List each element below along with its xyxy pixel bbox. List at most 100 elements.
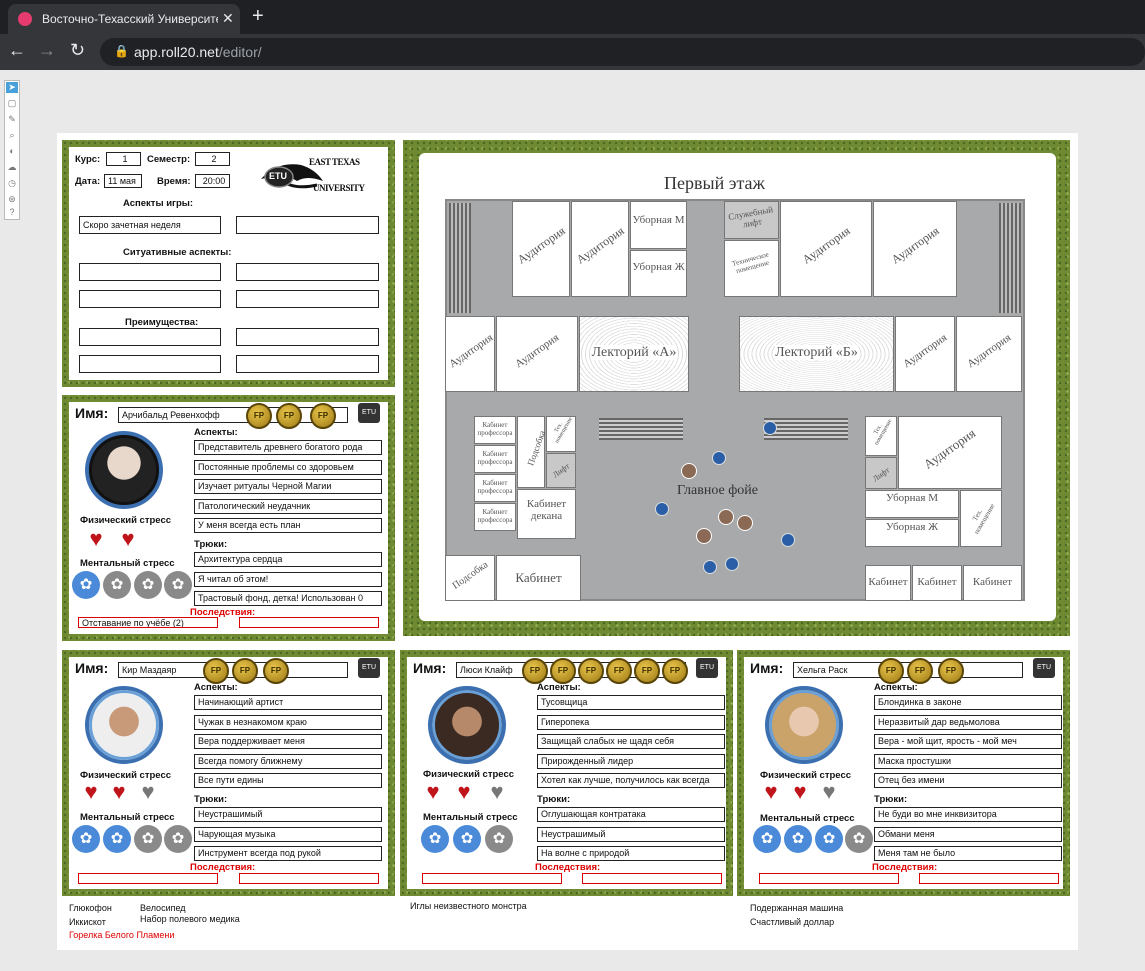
aspect-field[interactable]: Прирожденный лидер — [537, 754, 725, 769]
aspect-field[interactable]: Отец без имени — [874, 773, 1062, 788]
fate-point-coin[interactable]: FP — [938, 658, 964, 684]
aspect-field[interactable]: Чужак в незнакомом краю — [194, 715, 382, 730]
player-token[interactable] — [781, 533, 795, 547]
brain-icon[interactable]: ✿ — [753, 825, 781, 853]
stunt-field[interactable]: Я читал об этом! — [194, 572, 382, 587]
situational-field-2[interactable] — [236, 263, 379, 281]
brain-icon[interactable]: ✿ — [485, 825, 513, 853]
consequence-field[interactable] — [239, 873, 379, 884]
heart-icon[interactable]: ♥ — [135, 781, 161, 803]
situational-field-4[interactable] — [236, 290, 379, 308]
heart-icon[interactable]: ♥ — [78, 781, 104, 803]
turn-tracker-icon[interactable]: ◷ — [6, 178, 18, 189]
fate-point-coin[interactable]: FP — [246, 403, 272, 429]
heart-icon[interactable]: ♥ — [758, 781, 784, 803]
aspect-field[interactable]: Изучает ритуалы Черной Магии — [194, 479, 382, 494]
character-token[interactable] — [718, 509, 734, 525]
fate-point-coin[interactable]: FP — [203, 658, 229, 684]
address-bar[interactable]: 🔒 app.roll20.net/editor/ — [100, 38, 1145, 66]
heart-icon[interactable]: ♥ — [787, 781, 813, 803]
stunt-field[interactable]: Чарующая музыка — [194, 827, 382, 842]
stunt-field[interactable]: Меня там не было — [874, 846, 1062, 861]
player-token[interactable] — [655, 502, 669, 516]
stunt-field[interactable]: На волне с природой — [537, 846, 725, 861]
fate-point-coin[interactable]: FP — [232, 658, 258, 684]
consequence-field[interactable] — [919, 873, 1059, 884]
advantage-field-2[interactable] — [236, 328, 379, 346]
fate-point-coin[interactable]: FP — [550, 658, 576, 684]
aspect-field[interactable]: Неразвитый дар ведьмолова — [874, 715, 1062, 730]
fate-point-coin[interactable]: FP — [522, 658, 548, 684]
heart-icon[interactable]: ♥ — [420, 781, 446, 803]
stunt-field[interactable]: Неустрашимый — [537, 827, 725, 842]
character-token[interactable] — [737, 515, 753, 531]
aspect-field[interactable]: У меня всегда есть план — [194, 518, 382, 533]
aspect-field[interactable]: Защищай слабых не щадя себя — [537, 734, 725, 749]
situational-field-1[interactable] — [79, 263, 221, 281]
zoom-tool-icon[interactable]: ⌕ — [6, 130, 18, 141]
heart-icon[interactable]: ♥ — [115, 528, 141, 550]
player-token[interactable] — [725, 557, 739, 571]
measure-tool-icon[interactable]: ◐ — [6, 146, 18, 157]
semester-field[interactable]: 2 — [195, 152, 230, 166]
brain-icon[interactable]: ✿ — [134, 825, 162, 853]
floor-map[interactable]: Первый этаж Аудитория Аудитория Уборная … — [419, 153, 1056, 621]
layers-tool-icon[interactable]: ▢ — [6, 98, 18, 109]
dice-tool-icon[interactable]: ⊛ — [6, 194, 18, 205]
aspect-field[interactable]: Представитель древнего богатого рода — [194, 440, 382, 455]
aspect-field[interactable]: Постоянные проблемы со здоровьем — [194, 460, 382, 475]
advantage-field-1[interactable] — [79, 328, 221, 346]
fate-point-coin[interactable]: FP — [578, 658, 604, 684]
stunt-field[interactable]: Не буди во мне инквизитора — [874, 807, 1062, 822]
heart-icon[interactable]: ♥ — [451, 781, 477, 803]
aspect-field[interactable]: Вера - мой щит, ярость - мой меч — [874, 734, 1062, 749]
time-field[interactable]: 20:00 — [195, 174, 230, 188]
heart-icon[interactable]: ♥ — [106, 781, 132, 803]
course-field[interactable]: 1 — [106, 152, 141, 166]
fog-tool-icon[interactable]: ☁ — [6, 162, 18, 173]
new-tab-icon[interactable]: + — [252, 5, 264, 28]
consequence-field[interactable] — [759, 873, 899, 884]
brain-icon[interactable]: ✿ — [815, 825, 843, 853]
aspect-field[interactable]: Маска простушки — [874, 754, 1062, 769]
aspect-field[interactable]: Тусовщица — [537, 695, 725, 710]
brain-icon[interactable]: ✿ — [421, 825, 449, 853]
character-token[interactable] — [681, 463, 697, 479]
fate-point-coin[interactable]: FP — [907, 658, 933, 684]
heart-icon[interactable]: ♥ — [816, 781, 842, 803]
brain-icon[interactable]: ✿ — [103, 571, 131, 599]
consequence-field[interactable] — [422, 873, 562, 884]
heart-icon[interactable]: ♥ — [83, 528, 109, 550]
aspect-field[interactable]: Начинающий артист — [194, 695, 382, 710]
game-aspect-field-1[interactable]: Скоро зачетная неделя — [79, 216, 221, 234]
consequence-field[interactable]: Отставание по учёбе (2) — [78, 617, 218, 628]
select-tool-icon[interactable]: ➤ — [6, 82, 18, 93]
brain-icon[interactable]: ✿ — [72, 825, 100, 853]
fate-point-coin[interactable]: FP — [634, 658, 660, 684]
aspect-field[interactable]: Блондинка в законе — [874, 695, 1062, 710]
brain-icon[interactable]: ✿ — [164, 825, 192, 853]
fate-point-coin[interactable]: FP — [310, 403, 336, 429]
forward-icon[interactable]: → — [38, 40, 56, 61]
draw-tool-icon[interactable]: ✎ — [6, 114, 18, 125]
player-token[interactable] — [712, 451, 726, 465]
heart-icon[interactable]: ♥ — [484, 781, 510, 803]
help-icon[interactable]: ? — [6, 207, 18, 218]
stunt-field[interactable]: Обмани меня — [874, 827, 1062, 842]
player-token[interactable] — [763, 421, 777, 435]
consequence-field[interactable] — [239, 617, 379, 628]
aspect-field[interactable]: Гиперопека — [537, 715, 725, 730]
close-tab-icon[interactable]: ✕ — [222, 10, 234, 27]
game-canvas[interactable]: Курс: 1 Семестр: 2 Дата: 11 мая Время: 2… — [57, 133, 1078, 950]
game-aspect-field-2[interactable] — [236, 216, 379, 234]
stunt-field[interactable]: Архитектура сердца — [194, 552, 382, 567]
aspect-field[interactable]: Всегда помогу ближнему — [194, 754, 382, 769]
brain-icon[interactable]: ✿ — [72, 571, 100, 599]
aspect-field[interactable]: Патологический неудачник — [194, 499, 382, 514]
browser-tab[interactable]: Восточно-Техасский Университет ✕ — [8, 4, 240, 34]
consequence-field[interactable] — [78, 873, 218, 884]
aspect-field[interactable]: Вера поддерживает меня — [194, 734, 382, 749]
brain-icon[interactable]: ✿ — [845, 825, 873, 853]
aspect-field[interactable]: Хотел как лучше, получилось как всегда — [537, 773, 725, 788]
brain-icon[interactable]: ✿ — [453, 825, 481, 853]
